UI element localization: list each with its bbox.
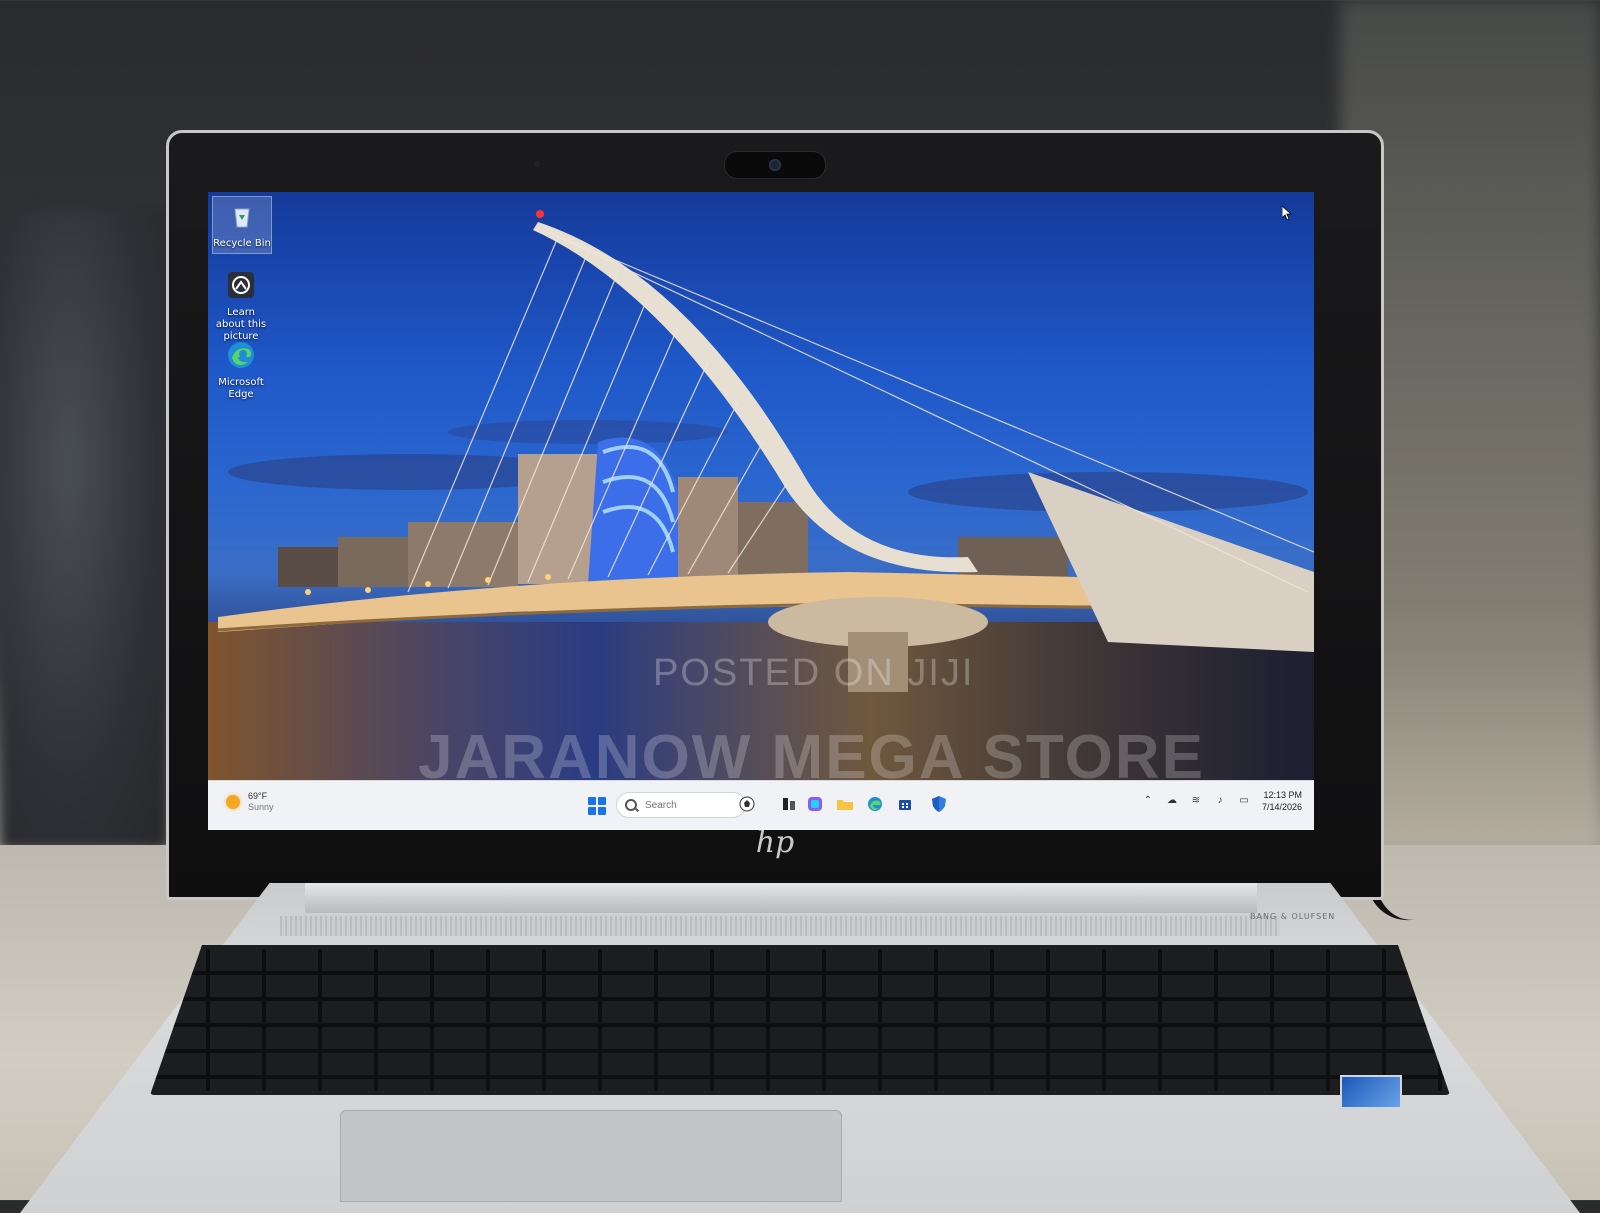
bang-olufsen-label: BANG & OLUFSEN bbox=[1250, 912, 1336, 921]
sun-icon bbox=[226, 795, 240, 809]
webcam-icon bbox=[724, 151, 826, 179]
start-button[interactable] bbox=[588, 797, 606, 815]
edge-taskbar-icon[interactable] bbox=[866, 795, 884, 813]
desktop-screen: Recycle Bin Learn about this picture Mic… bbox=[208, 192, 1314, 830]
watermark-posted: POSTED ON JIJI bbox=[653, 652, 975, 694]
intel-sticker bbox=[1340, 1075, 1402, 1109]
taskbar-clock[interactable]: 12:13 PM 7/14/2026 bbox=[1262, 789, 1302, 813]
desktop-icon-label: Microsoft Edge bbox=[218, 377, 264, 400]
desktop-icon-microsoft-edge[interactable]: Microsoft Edge bbox=[212, 336, 270, 401]
task-view-icon[interactable] bbox=[780, 795, 798, 813]
system-tray: ⌃ ☁ ≋ ♪ ▭ 12:13 PM 7/14/2026 bbox=[1142, 789, 1302, 813]
clock-time: 12:13 PM bbox=[1263, 790, 1302, 800]
file-explorer-icon[interactable] bbox=[836, 795, 854, 813]
windows-logo-pane bbox=[588, 807, 596, 815]
defender-shield-icon[interactable] bbox=[930, 795, 948, 813]
desktop-icon-label: Recycle Bin bbox=[213, 238, 271, 249]
desktop-icon-learn-about-picture[interactable]: Learn about this picture bbox=[212, 266, 270, 343]
keyboard bbox=[150, 945, 1450, 1095]
clock-date: 7/14/2026 bbox=[1261, 802, 1302, 812]
speaker-grille bbox=[280, 916, 1280, 936]
weather-widget[interactable]: 69°F Sunny bbox=[226, 791, 274, 813]
soccer-app-icon[interactable] bbox=[738, 795, 756, 813]
windows-logo-pane bbox=[588, 797, 596, 805]
recycle-bin-icon bbox=[234, 208, 250, 228]
desktop-icon-recycle-bin[interactable]: Recycle Bin bbox=[212, 196, 272, 254]
touchpad bbox=[340, 1110, 842, 1202]
volume-icon[interactable]: ♪ bbox=[1214, 795, 1226, 807]
battery-icon[interactable]: ▭ bbox=[1238, 795, 1250, 807]
copilot-icon[interactable] bbox=[806, 795, 824, 813]
search-icon bbox=[625, 799, 637, 811]
chevron-up-icon[interactable]: ⌃ bbox=[1142, 795, 1154, 807]
weather-condition: Sunny bbox=[248, 802, 274, 812]
store-icon[interactable] bbox=[896, 795, 914, 813]
cloud-off-icon[interactable]: ☁ bbox=[1166, 795, 1178, 807]
weather-temperature: 69°F bbox=[248, 791, 268, 801]
mouse-cursor-icon bbox=[1282, 206, 1292, 220]
ambient-sensor bbox=[534, 161, 540, 167]
search-input[interactable] bbox=[643, 798, 727, 812]
wifi-icon[interactable]: ≋ bbox=[1190, 795, 1202, 807]
taskbar-search[interactable] bbox=[616, 792, 746, 818]
taskbar: 69°F Sunny Search ⌃ ☁ ≋ ♪ ▭ 12:13 PM 7/1… bbox=[208, 780, 1314, 830]
windows-logo-pane bbox=[598, 797, 606, 805]
windows-logo-pane bbox=[598, 807, 606, 815]
background-blur-left bbox=[0, 210, 170, 850]
learn-picture-icon bbox=[228, 272, 254, 298]
laptop-hinge bbox=[305, 883, 1257, 913]
edge-icon bbox=[228, 342, 254, 368]
